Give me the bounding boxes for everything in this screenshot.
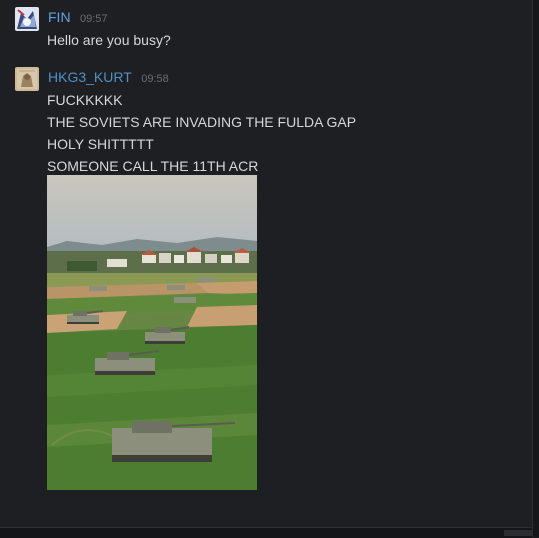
message-text: HOLY SHITTTTT	[47, 136, 154, 152]
scrollbar-track[interactable]	[532, 0, 539, 537]
timestamp: 09:58	[141, 73, 169, 85]
author-name[interactable]: HKG3_KURT	[48, 69, 132, 85]
avatar-fin[interactable]	[15, 7, 39, 31]
tank-formation-photo	[47, 175, 257, 490]
message-text: Hello are you busy?	[47, 32, 171, 48]
message-header: HKG3_KURT 09:58	[48, 69, 169, 87]
chat-panel: FIN 09:57 Hello are you busy? HKG3_KURT …	[0, 0, 532, 527]
author-name[interactable]: FIN	[48, 9, 71, 25]
message-group-fin: FIN 09:57 Hello are you busy?	[0, 0, 520, 60]
avatar-kurt[interactable]	[15, 67, 39, 91]
avatar-kurt-image	[15, 67, 39, 91]
timestamp: 09:57	[80, 13, 108, 25]
input-corner-button[interactable]	[504, 530, 532, 536]
message-text: SOMEONE CALL THE 11TH ACR	[47, 158, 259, 174]
image-attachment[interactable]	[47, 175, 257, 490]
avatar-fin-image	[15, 7, 39, 31]
message-text: FUCKKKKK	[47, 92, 123, 108]
message-header: FIN 09:57	[48, 9, 108, 27]
message-text: THE SOVIETS ARE INVADING THE FULDA GAP	[47, 114, 357, 130]
message-input-bar[interactable]	[0, 527, 532, 538]
